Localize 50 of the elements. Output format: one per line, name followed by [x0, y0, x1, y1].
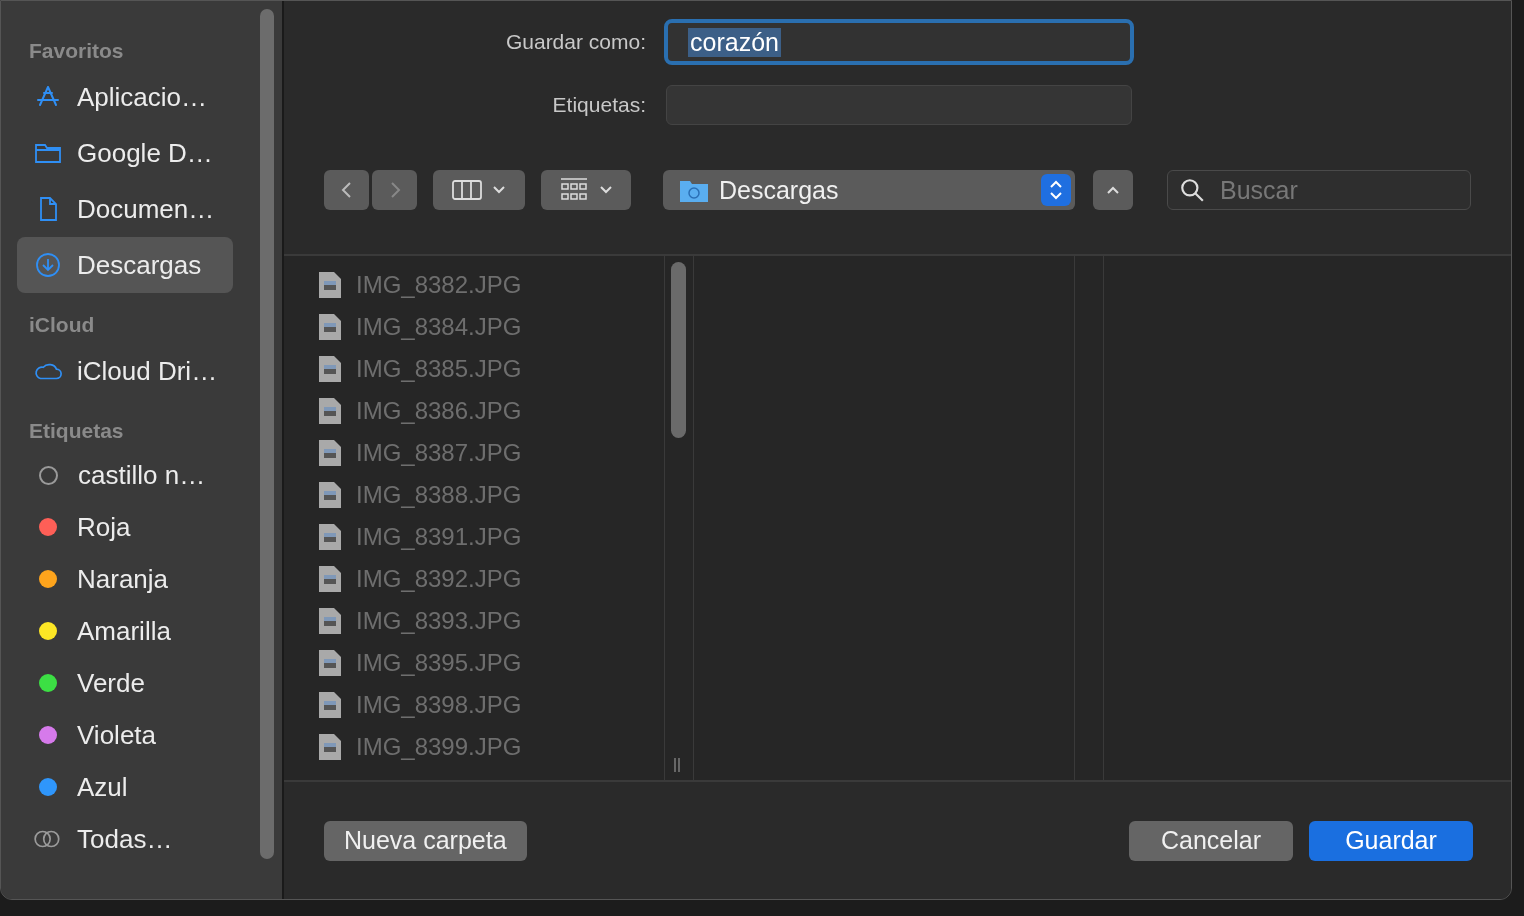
sidebar-item[interactable]: Amarilla — [17, 605, 233, 657]
image-file-icon — [318, 733, 342, 761]
section-heading: Etiquetas — [28, 418, 125, 444]
group-button[interactable] — [541, 170, 631, 210]
stepper-icon — [1041, 174, 1071, 206]
view-mode-button[interactable] — [433, 170, 525, 210]
filename-field[interactable]: corazón — [664, 19, 1134, 65]
sidebar-item[interactable]: Google D… — [17, 125, 233, 181]
download-icon — [33, 251, 63, 279]
sidebar-item[interactable]: Todas… — [17, 813, 233, 865]
sidebar-item[interactable]: Roja — [17, 501, 233, 553]
new-folder-button[interactable]: Nueva carpeta — [324, 820, 527, 861]
save-button[interactable]: Guardar — [1309, 820, 1473, 861]
image-file-icon — [318, 439, 342, 467]
scrollbar[interactable] — [671, 262, 686, 438]
expand-button[interactable] — [1093, 170, 1133, 210]
sidebar-item[interactable]: Aplicacio… — [17, 69, 233, 125]
sidebar-item[interactable]: castillo n… — [17, 449, 233, 501]
cancel-button[interactable]: Cancelar — [1129, 820, 1293, 861]
sidebar-item[interactable]: Violeta — [17, 709, 233, 761]
search-field[interactable]: Buscar — [1167, 170, 1471, 210]
image-file-icon — [318, 481, 342, 509]
image-file-icon — [318, 565, 342, 593]
tag-ring-icon — [39, 465, 58, 485]
image-file-icon — [318, 397, 342, 425]
sidebar-item[interactable]: Verde — [17, 657, 233, 709]
resize-handle[interactable] — [674, 758, 680, 772]
sidebar-item[interactable]: Documen… — [17, 181, 233, 237]
image-file-icon — [318, 691, 342, 719]
sidebar-item[interactable]: Naranja — [17, 553, 233, 605]
search-icon — [1179, 177, 1205, 203]
image-file-icon — [318, 271, 342, 299]
location-popup[interactable]: Descargas — [663, 170, 1075, 210]
scrollbar[interactable] — [260, 9, 274, 859]
sidebar-item[interactable]: Descargas — [17, 237, 233, 293]
field-label: Etiquetas: — [551, 93, 646, 117]
image-file-icon — [318, 649, 342, 677]
section-heading: Favoritos — [28, 38, 125, 64]
columns-icon — [451, 178, 483, 202]
forward-button[interactable] — [372, 170, 417, 210]
sidebar-item[interactable]: iCloud Dri… — [17, 343, 233, 399]
image-file-icon — [318, 523, 342, 551]
sidebar-item[interactable]: Azul — [17, 761, 233, 813]
section-heading: iCloud — [28, 312, 96, 338]
image-file-icon — [318, 355, 342, 383]
tags-field[interactable] — [666, 85, 1132, 125]
back-button[interactable] — [324, 170, 369, 210]
image-file-icon — [318, 607, 342, 635]
field-label: Guardar como: — [504, 30, 646, 54]
image-file-icon — [318, 313, 342, 341]
